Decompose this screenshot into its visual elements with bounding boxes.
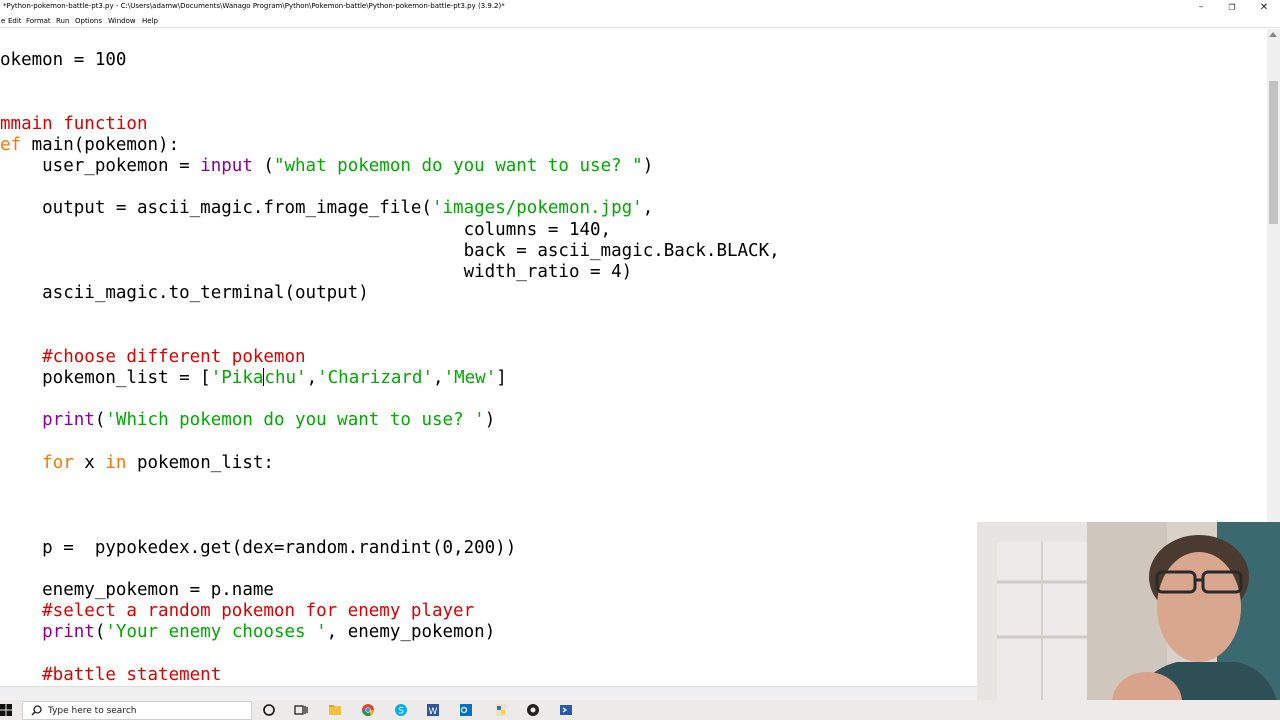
code-line[interactable]: back = ascii_magic.Back.BLACK, (0, 240, 780, 262)
code-token: back = ascii_magic.Back.BLACK, (0, 240, 780, 261)
title-bar: *Python-pokemon-battle-pt3.py - C:\Users… (0, 0, 1280, 16)
code-token: 'images/pokemon.jpg' (431, 198, 643, 219)
code-line[interactable]: ascii_magic.to_terminal(output) (0, 282, 369, 304)
menu-run[interactable]: Run (56, 17, 69, 25)
code-line[interactable]: #battle statement (0, 664, 221, 686)
scroll-up-arrow-icon[interactable] (1269, 32, 1277, 37)
code-token: 'Charizard' (317, 368, 434, 388)
code-token: in (105, 452, 127, 473)
code-line[interactable]: columns = 140, (0, 219, 612, 241)
code-line[interactable]: print('Your enemy chooses ', enemy_pokem… (0, 621, 495, 643)
code-token: ( (252, 156, 274, 176)
code-line[interactable]: pokemon_list = ['Pikachu','Charizard','M… (0, 367, 507, 389)
code-token: print (42, 622, 95, 643)
code-token: width_ratio = 4) (0, 262, 633, 282)
code-token: 'Mew' (443, 368, 497, 388)
code-token: , (642, 198, 654, 219)
code-token: ) (642, 156, 654, 176)
code-token: p = pypokedex.get(dex=random.randint(0,2… (0, 537, 517, 558)
scrollbar-thumb[interactable] (1269, 81, 1278, 224)
skype-icon[interactable]: S (394, 703, 408, 717)
powershell-icon[interactable] (559, 703, 573, 717)
code-line[interactable]: ef main(pokemon): (0, 134, 179, 156)
menu-options[interactable]: Options (75, 17, 102, 25)
code-token: #battle statement (0, 664, 222, 685)
code-token: "what pokemon do you want to use? " (273, 156, 643, 176)
taskbar: Type here to search S W (0, 700, 1280, 720)
code-token: 'Your enemy chooses ' (105, 622, 327, 643)
code-token: ef (0, 134, 22, 155)
close-button[interactable]: ✕ (1248, 0, 1280, 16)
code-token: for (42, 452, 74, 473)
svg-text:S: S (398, 707, 404, 717)
code-line[interactable]: print('Which pokemon do you want to use?… (0, 409, 495, 431)
code-line[interactable]: user_pokemon = input ("what pokemon do y… (0, 155, 653, 177)
code-token: pokemon_list: (126, 452, 274, 473)
code-token: #choose different pokemon (0, 346, 306, 367)
code-line[interactable]: enemy_pokemon = p.name (0, 579, 274, 601)
code-token: , (433, 368, 444, 388)
code-token: 'Which pokemon do you want to use? ' (105, 410, 485, 431)
code-token: 'Pika (210, 368, 264, 388)
python-idle-icon[interactable] (494, 703, 508, 717)
code-token: mmain function (0, 113, 148, 134)
outlook-icon[interactable] (459, 703, 473, 717)
github-icon[interactable] (526, 703, 540, 717)
taskbar-search-box[interactable]: Type here to search (22, 701, 252, 720)
cortana-icon[interactable] (262, 703, 276, 717)
code-token: chu' (264, 368, 307, 388)
menu-help[interactable]: Help (142, 17, 158, 25)
code-token: ( (94, 622, 106, 643)
search-icon (31, 705, 42, 716)
code-line[interactable]: for x in pokemon_list: (0, 452, 274, 474)
code-token: print (42, 410, 95, 431)
code-token: ascii_magic.to_terminal(output) (0, 283, 369, 304)
task-view-icon[interactable] (294, 703, 308, 717)
menu-file[interactable]: e (1, 17, 5, 25)
svg-text:W: W (429, 707, 438, 717)
chrome-icon[interactable] (361, 703, 375, 717)
code-token: , enemy_pokemon) (326, 622, 496, 643)
window-title: *Python-pokemon-battle-pt3.py - C:\Users… (3, 2, 505, 10)
menu-bar: e Edit Format Run Options Window Help (0, 16, 1280, 28)
code-line[interactable]: output = ascii_magic.from_image_file('im… (0, 197, 653, 219)
word-icon[interactable]: W (426, 703, 440, 717)
code-line[interactable]: mmain function (0, 113, 148, 135)
code-token: x (73, 452, 106, 473)
code-line[interactable]: p = pypokedex.get(dex=random.randint(0,2… (0, 537, 516, 559)
menu-window[interactable]: Window (108, 17, 136, 25)
code-token: ( (94, 410, 106, 431)
code-line[interactable]: #choose different pokemon (0, 346, 306, 368)
code-token: , (306, 368, 318, 388)
menu-format[interactable]: Format (26, 17, 51, 25)
code-token: columns = 140, (0, 219, 612, 240)
webcam-overlay (977, 522, 1280, 720)
code-token: pokemon_list = [ (0, 368, 211, 388)
code-line[interactable]: okemon = 100 (0, 49, 126, 71)
search-placeholder: Type here to search (48, 706, 137, 716)
code-token: ] (496, 368, 507, 388)
code-token: output = ascii_magic.from_image_file( (0, 198, 432, 219)
file-explorer-icon[interactable] (328, 703, 342, 717)
code-line[interactable]: #select a random pokemon for enemy playe… (0, 600, 474, 622)
code-line[interactable]: width_ratio = 4) (0, 261, 633, 283)
minimize-button[interactable]: – (1185, 0, 1217, 16)
code-token: user_pokemon = (0, 156, 201, 176)
code-token: enemy_pokemon = p.name (0, 580, 274, 600)
windows-start-icon[interactable] (0, 704, 12, 716)
code-token: #select a random pokemon for enemy playe… (0, 601, 475, 622)
menu-edit[interactable]: Edit (8, 17, 22, 25)
code-token: input (200, 156, 253, 176)
maximize-button[interactable]: ❐ (1216, 0, 1248, 16)
code-token: ) (484, 410, 496, 431)
code-token: main(pokemon): (21, 134, 180, 155)
webcam-video-frame (977, 522, 1280, 720)
code-token: okemon = 100 (0, 50, 127, 70)
